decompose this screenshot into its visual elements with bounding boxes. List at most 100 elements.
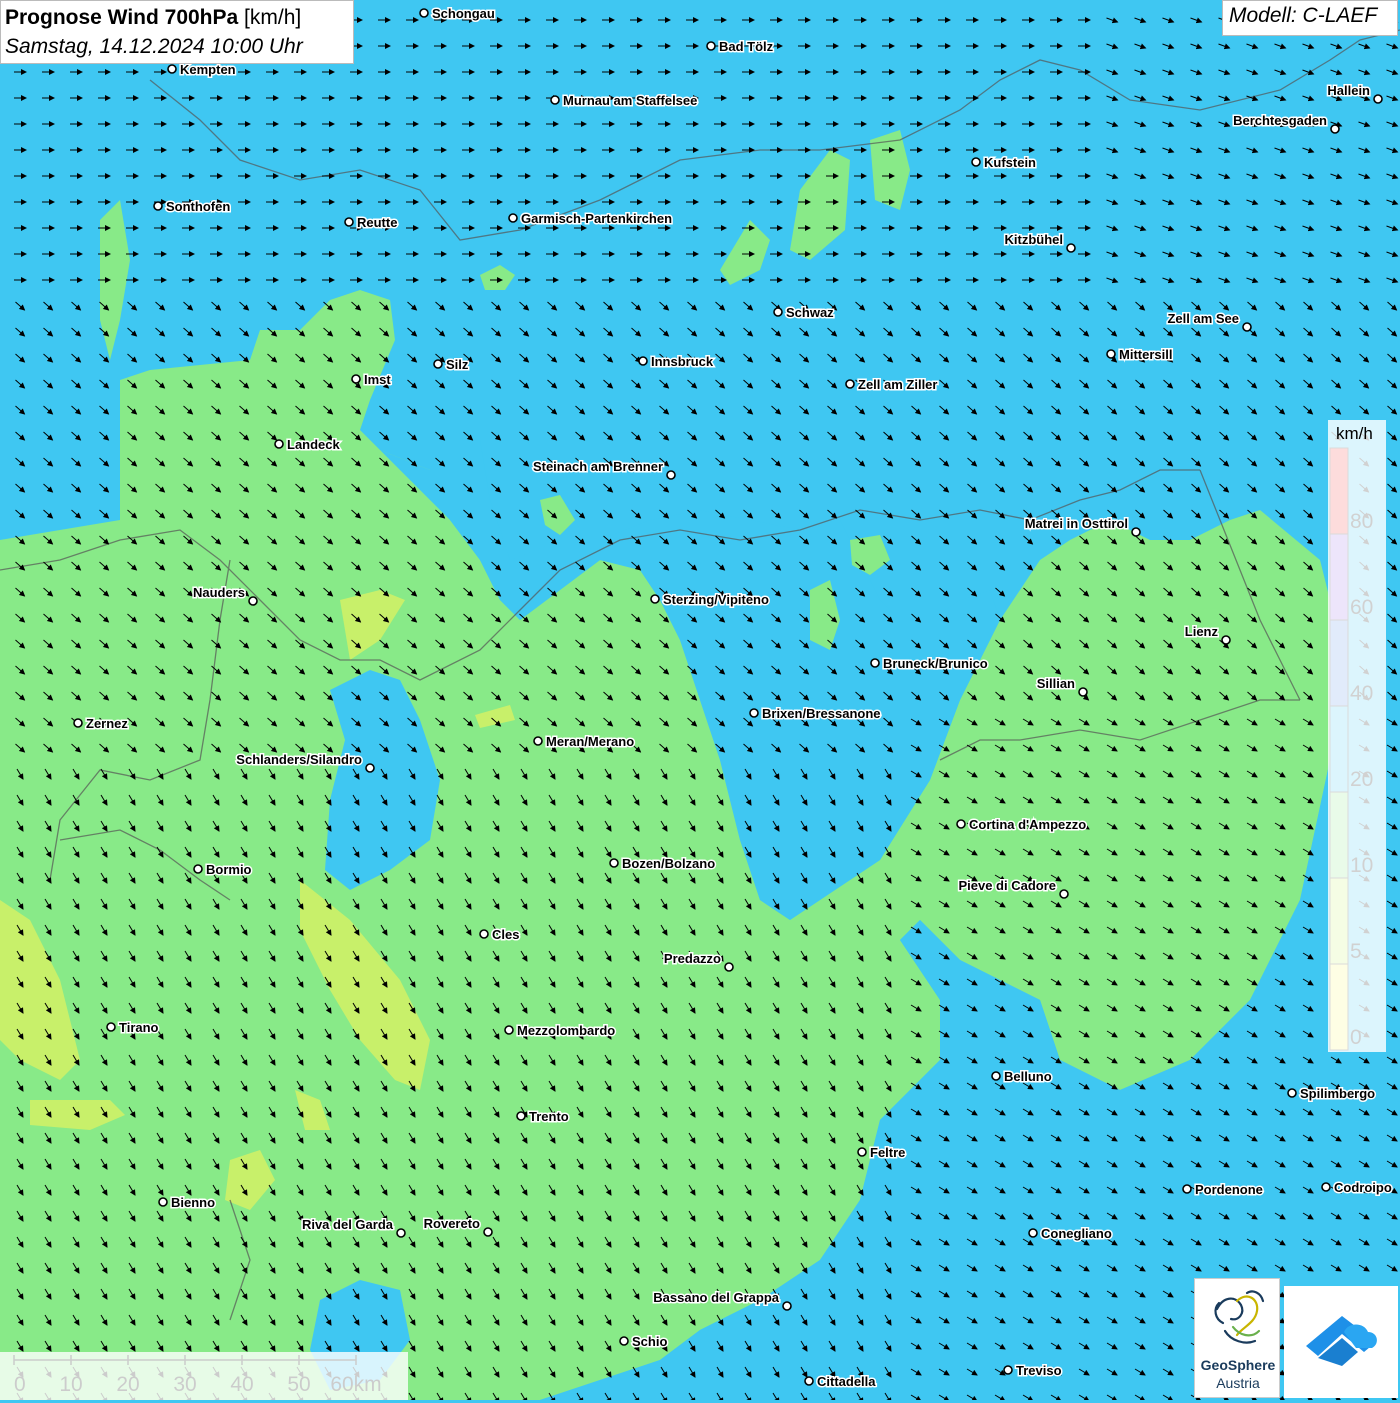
city-label: Tirano [119, 1020, 159, 1035]
city-dot-icon [419, 8, 429, 18]
city-label: Steinach am Brenner [533, 459, 663, 474]
city-label: Cles [492, 927, 519, 942]
city-dot-icon [609, 858, 619, 868]
city-dot-icon [1242, 322, 1252, 332]
city-marker: Mezzolombardo [504, 1022, 617, 1040]
city-dot-icon [167, 64, 177, 74]
city-label: Nauders [193, 585, 245, 600]
city-dot-icon [619, 1336, 629, 1346]
city-dot-icon [508, 213, 518, 223]
city-label: Sterzing/Vipiteno [663, 592, 769, 607]
city-label: Schlanders/Silandro [236, 752, 362, 767]
city-label: Kitzbühel [1005, 232, 1064, 247]
city-dot-icon [533, 736, 543, 746]
legend-panel: km/h [1328, 420, 1386, 1052]
city-label: Kufstein [984, 155, 1036, 170]
geosphere-logo[interactable]: GeoSphere Austria [1194, 1278, 1280, 1398]
forecast-time: Samstag, 14.12.2024 10:00 Uhr [5, 35, 303, 58]
city-marker: Murnau am Staffelsee [550, 92, 699, 110]
city-dot-icon [396, 1228, 406, 1238]
city-label: Riva del Garda [302, 1217, 394, 1232]
city-label: Feltre [870, 1145, 905, 1160]
city-dot-icon [1373, 94, 1383, 104]
city-label: Hallein [1327, 83, 1370, 98]
city-dot-icon [870, 658, 880, 668]
city-label: Brixen/Bressanone [762, 706, 881, 721]
city-dot-icon [1078, 687, 1088, 697]
city-dot-icon [782, 1301, 792, 1311]
city-label: Treviso [1016, 1363, 1062, 1378]
wind-map[interactable]: 0102030405060km SchongauBad TölzKemptenM… [0, 0, 1400, 1400]
city-label: Kempten [180, 62, 236, 77]
city-label: Conegliano [1041, 1226, 1112, 1241]
city-label: Zell am Ziller [858, 377, 937, 392]
city-label: Bozen/Bolzano [622, 856, 715, 871]
city-label: Rovereto [424, 1216, 480, 1231]
city-label: Innsbruck [651, 354, 714, 369]
city-dot-icon [1003, 1365, 1013, 1375]
city-dot-icon [971, 157, 981, 167]
city-dot-icon [483, 1227, 493, 1237]
city-label: Landeck [287, 437, 341, 452]
city-label: Mezzolombardo [517, 1023, 615, 1038]
city-marker: Brixen/Bressanone [749, 705, 882, 723]
city-label: Matrei in Osttirol [1025, 516, 1128, 531]
city-label: Murnau am Staffelsee [563, 93, 697, 108]
city-dot-icon [516, 1111, 526, 1121]
model-label: Modell: C-LAEF [1222, 0, 1398, 36]
city-dot-icon [956, 819, 966, 829]
geosphere-mark-icon [1214, 1290, 1265, 1344]
scale-bar-panel [0, 1352, 408, 1400]
city-label: Sonthofen [166, 199, 230, 214]
city-marker: Pordenone [1182, 1181, 1264, 1199]
city-dot-icon [1321, 1182, 1331, 1192]
city-marker: Schongau [419, 5, 496, 23]
geosphere-name: GeoSphere [1200, 1357, 1276, 1373]
city-dot-icon [845, 379, 855, 389]
city-dot-icon [1059, 889, 1069, 899]
city-dot-icon [666, 470, 676, 480]
city-label: Cortina d'Ampezzo [969, 817, 1086, 832]
city-label: Lienz [1185, 624, 1219, 639]
city-label: Zell am See [1167, 311, 1239, 326]
city-dot-icon [73, 718, 83, 728]
city-label: Schongau [432, 6, 495, 21]
city-marker: Zell am Ziller [845, 376, 939, 394]
city-dot-icon [749, 708, 759, 718]
city-dot-icon [650, 594, 660, 604]
city-label: Trento [529, 1109, 569, 1124]
city-dot-icon [344, 217, 354, 227]
city-dot-icon [1131, 527, 1141, 537]
city-dot-icon [1106, 349, 1116, 359]
city-dot-icon [857, 1147, 867, 1157]
city-dot-icon [991, 1071, 1001, 1081]
city-dot-icon [1221, 635, 1231, 645]
city-dot-icon [479, 929, 489, 939]
city-dot-icon [773, 307, 783, 317]
city-label: Reutte [357, 215, 397, 230]
city-dot-icon [274, 439, 284, 449]
geosphere-country: Austria [1216, 1375, 1260, 1391]
city-label: Predazzo [664, 951, 721, 966]
weather-app-logo[interactable] [1284, 1286, 1398, 1398]
city-label: Meran/Merano [546, 734, 634, 749]
city-marker: Garmisch-Partenkirchen [508, 210, 674, 228]
title-box: Prognose Wind 700hPa [km/h] Samstag, 14.… [0, 0, 354, 64]
city-dot-icon [106, 1022, 116, 1032]
city-label: Codroipo [1334, 1180, 1392, 1195]
city-dot-icon [365, 763, 375, 773]
city-dot-icon [638, 356, 648, 366]
city-marker: Sonthofen [153, 198, 232, 216]
city-dot-icon [724, 962, 734, 972]
city-label: Bormio [206, 862, 252, 877]
city-label: Mittersill [1119, 347, 1172, 362]
city-marker: Bozen/Bolzano [609, 855, 717, 873]
city-dot-icon [550, 95, 560, 105]
city-label: Imst [364, 372, 391, 387]
city-label: Silz [446, 357, 469, 372]
city-label: Sillian [1037, 676, 1075, 691]
legend-unit: km/h [1336, 424, 1373, 443]
city-marker: Spilimbergo [1287, 1085, 1377, 1103]
city-dot-icon [1182, 1184, 1192, 1194]
city-label: Bienno [171, 1195, 215, 1210]
